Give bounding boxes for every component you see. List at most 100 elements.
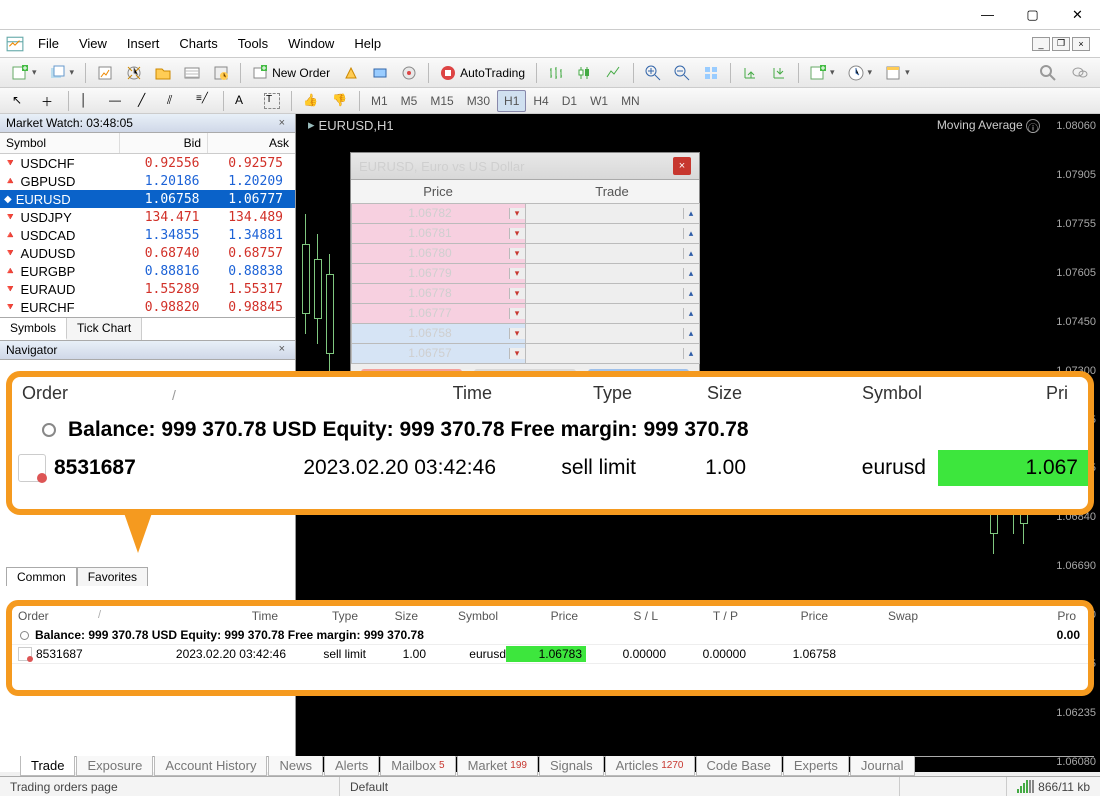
tf-d1[interactable]: D1	[556, 91, 583, 111]
cs-h-order[interactable]: Order	[18, 609, 98, 623]
cs-h-sl[interactable]: S / L	[578, 609, 658, 623]
mw-tab-tickchart[interactable]: Tick Chart	[67, 318, 142, 340]
data-window-toggle[interactable]	[120, 61, 148, 85]
window-minimize-button[interactable]: ―	[965, 0, 1010, 30]
tf-mn[interactable]: MN	[615, 91, 646, 111]
dom-price-drop-icon[interactable]: ▾	[509, 208, 525, 219]
text-label-button[interactable]: T	[258, 89, 286, 113]
terminal-tab-trade[interactable]: Trade	[20, 756, 75, 776]
tf-m5[interactable]: M5	[395, 91, 424, 111]
cs-h-type[interactable]: Type	[278, 609, 358, 623]
vline-button[interactable]: │	[74, 89, 102, 113]
bar-chart-button[interactable]	[542, 61, 570, 85]
dom-trade-up-icon[interactable]: ▴	[683, 268, 699, 279]
indicator-settings-icon[interactable]: ⓘ	[1026, 119, 1040, 133]
terminal-tab-market[interactable]: Market 199	[457, 756, 538, 776]
navigator-close-icon[interactable]: ×	[275, 343, 289, 357]
line-chart-button[interactable]	[600, 61, 628, 85]
vps-button[interactable]	[395, 61, 423, 85]
period-button[interactable]: ▾	[842, 61, 879, 85]
chart-shift-button[interactable]	[765, 61, 793, 85]
dom-trade-up-icon[interactable]: ▴	[683, 308, 699, 319]
dom-price-drop-icon[interactable]: ▾	[509, 308, 525, 319]
auto-scroll-button[interactable]	[697, 61, 725, 85]
mw-row-usdcad[interactable]: 🔺USDCAD 1.34855 1.34881	[0, 226, 295, 244]
dom-row[interactable]: 1.06781▾ ▴	[351, 223, 699, 243]
terminal-tab-signals[interactable]: Signals	[539, 756, 604, 776]
chat-button[interactable]	[1066, 61, 1094, 85]
mw-row-eurgbp[interactable]: 🔺EURGBP 0.88816 0.88838	[0, 262, 295, 280]
terminal-tab-articles[interactable]: Articles 1270	[605, 756, 695, 776]
dom-price-drop-icon[interactable]: ▾	[509, 328, 525, 339]
zoom-out-button[interactable]	[668, 61, 696, 85]
menu-window[interactable]: Window	[278, 32, 344, 55]
mw-row-audusd[interactable]: 🔻AUDUSD 0.68740 0.68757	[0, 244, 295, 262]
crosshair-button[interactable]: ＋	[35, 89, 63, 113]
tf-h1[interactable]: H1	[497, 90, 526, 112]
dom-price-drop-icon[interactable]: ▾	[509, 248, 525, 259]
mw-row-euraud[interactable]: 🔻EURAUD 1.55289 1.55317	[0, 280, 295, 298]
channel-button[interactable]: ⫽	[161, 89, 189, 113]
dom-price-drop-icon[interactable]: ▾	[509, 228, 525, 239]
dom-row[interactable]: 1.06778▾ ▴	[351, 283, 699, 303]
mw-row-usdjpy[interactable]: 🔻USDJPY 134.471 134.489	[0, 208, 295, 226]
dom-trade-up-icon[interactable]: ▴	[683, 288, 699, 299]
menu-file[interactable]: File	[28, 32, 69, 55]
metaquotes-button[interactable]	[337, 61, 365, 85]
dom-row[interactable]: 1.06757▾ ▴	[351, 343, 699, 363]
mw-row-eurchf[interactable]: 🔻EURCHF 0.98820 0.98845	[0, 298, 295, 316]
cb-h-type[interactable]: Type	[492, 383, 632, 404]
tf-m1[interactable]: M1	[365, 91, 394, 111]
dom-price-drop-icon[interactable]: ▾	[509, 348, 525, 359]
terminal-tab-experts[interactable]: Experts	[783, 756, 849, 776]
terminal-tab-alerts[interactable]: Alerts	[324, 756, 379, 776]
navigator-tab-common[interactable]: Common	[6, 567, 77, 586]
menu-insert[interactable]: Insert	[117, 32, 170, 55]
search-button[interactable]	[1034, 61, 1062, 85]
hline-button[interactable]: —	[103, 89, 131, 113]
navigator-toggle[interactable]	[149, 61, 177, 85]
fibo-button[interactable]: ≡╱	[190, 89, 218, 113]
cs-h-price[interactable]: Price	[498, 609, 578, 623]
cb-h-order[interactable]: Order	[22, 383, 172, 404]
signals-button[interactable]	[366, 61, 394, 85]
mw-tab-symbols[interactable]: Symbols	[0, 318, 67, 340]
mw-row-gbpusd[interactable]: 🔺GBPUSD 1.20186 1.20209	[0, 172, 295, 190]
mw-header-ask[interactable]: Ask	[208, 133, 295, 153]
cursor-button[interactable]: ↖	[6, 89, 34, 113]
trendline-button[interactable]: ╱	[132, 89, 160, 113]
cs-h-tp[interactable]: T / P	[658, 609, 738, 623]
dom-row[interactable]: 1.06758▾ ▴	[351, 323, 699, 343]
dom-trade-up-icon[interactable]: ▴	[683, 348, 699, 359]
cs-h-size[interactable]: Size	[358, 609, 418, 623]
new-chart-button[interactable]: ▾	[6, 61, 43, 85]
market-watch-close-icon[interactable]: ×	[275, 117, 289, 129]
mdi-close-button[interactable]: ×	[1072, 37, 1090, 51]
menu-charts[interactable]: Charts	[169, 32, 227, 55]
cb-sort-icon[interactable]: /	[172, 383, 212, 404]
strategy-tester-toggle[interactable]	[207, 61, 235, 85]
tf-h4[interactable]: H4	[527, 91, 554, 111]
chart-expand-icon[interactable]: ▸	[308, 117, 315, 133]
dom-trade-up-icon[interactable]: ▴	[683, 328, 699, 339]
dom-row[interactable]: 1.06779▾ ▴	[351, 263, 699, 283]
cb-h-symbol[interactable]: Symbol	[742, 383, 922, 404]
indicators-button[interactable]: ▾	[804, 61, 841, 85]
dom-trade-up-icon[interactable]: ▴	[683, 248, 699, 259]
dom-row[interactable]: 1.06777▾ ▴	[351, 303, 699, 323]
terminal-order-row[interactable]: 8531687 2023.02.20 03:42:46 sell limit 1…	[12, 644, 1088, 664]
order-row-large[interactable]: 8531687 2023.02.20 03:42:46 sell limit 1…	[12, 448, 1088, 488]
terminal-tab-exposure[interactable]: Exposure	[76, 756, 153, 776]
mdi-restore-button[interactable]: ❐	[1052, 37, 1070, 51]
terminal-toggle[interactable]	[178, 61, 206, 85]
cs-h-curprice[interactable]: Price	[738, 609, 828, 623]
mw-row-eurusd[interactable]: ◆EURUSD 1.06758 1.06777	[0, 190, 295, 208]
menu-tools[interactable]: Tools	[228, 32, 278, 55]
dom-price-drop-icon[interactable]: ▾	[509, 268, 525, 279]
market-watch-toggle[interactable]	[91, 61, 119, 85]
mdi-minimize-button[interactable]: _	[1032, 37, 1050, 51]
template-button[interactable]: ▾	[879, 61, 916, 85]
cb-h-price[interactable]: Pri	[922, 383, 1078, 404]
thumb-up-icon[interactable]: 👍	[297, 89, 325, 113]
terminal-tab-account-history[interactable]: Account History	[154, 756, 267, 776]
